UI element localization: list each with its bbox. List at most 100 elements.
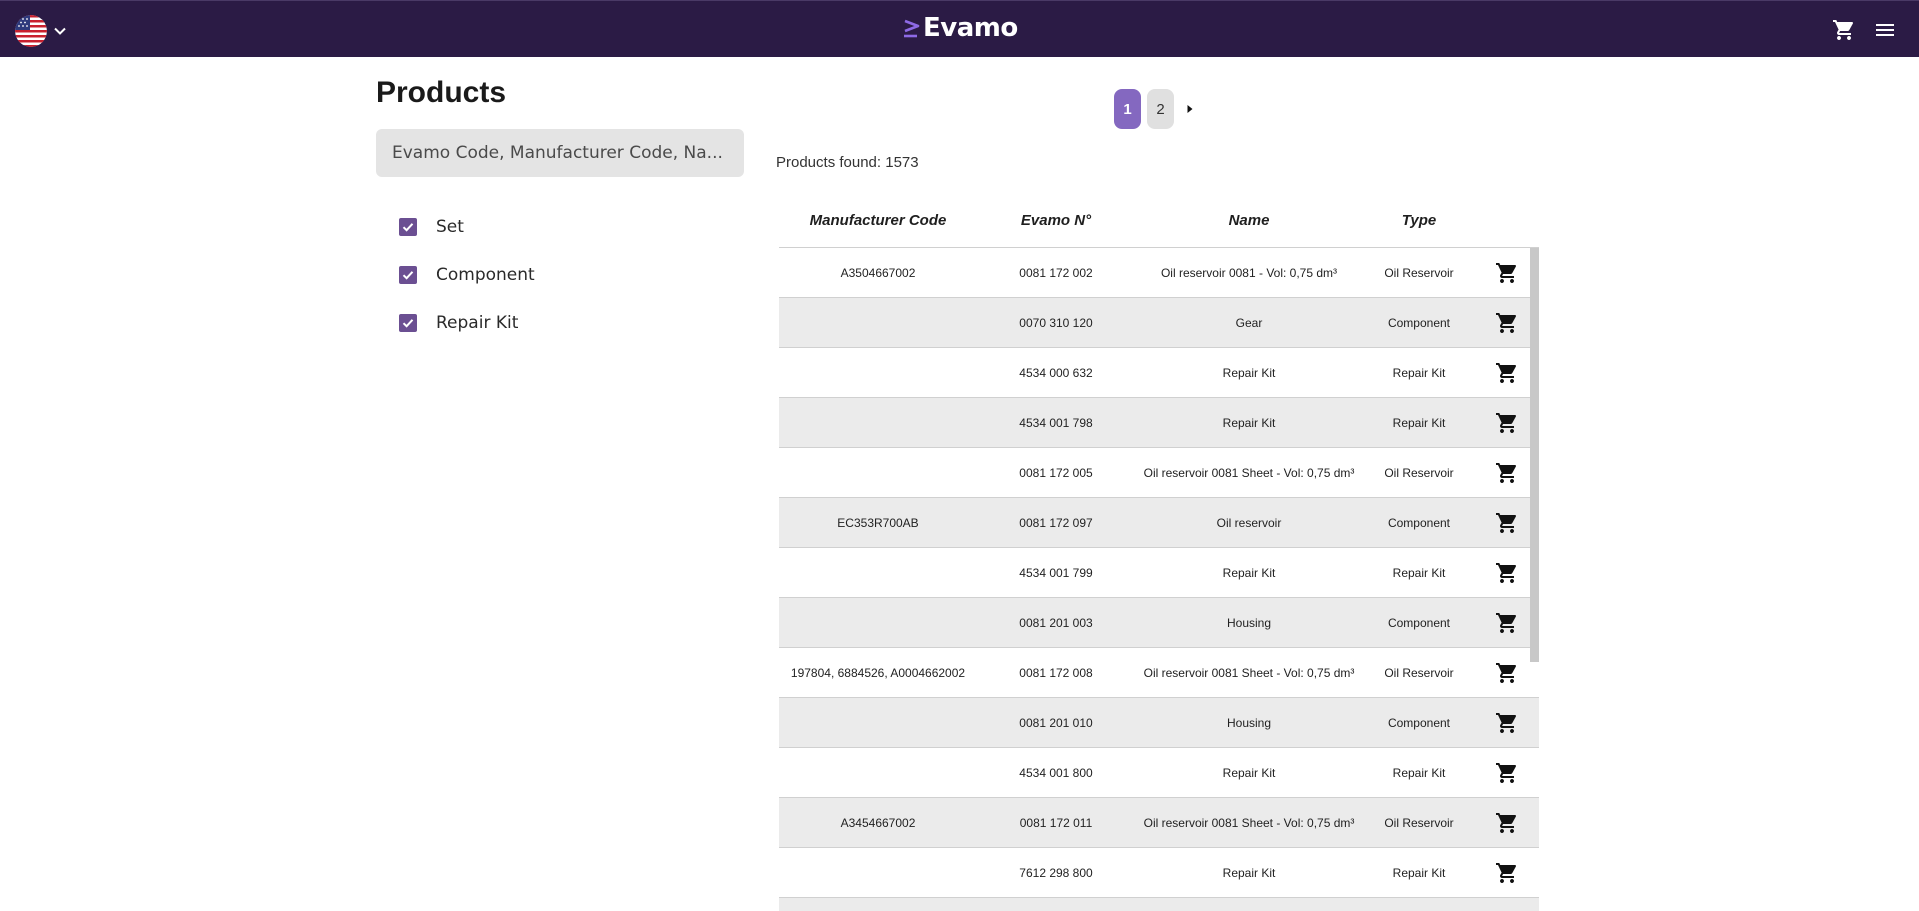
cart-icon (1496, 312, 1517, 333)
filter-repair-kit[interactable]: Repair Kit (399, 299, 535, 347)
table-header: Manufacturer Code Evamo N° Name Type (779, 200, 1539, 248)
table-row[interactable]: 0081 172 005 Oil reservoir 0081 Sheet - V… (779, 448, 1539, 498)
cart-icon (1496, 512, 1517, 533)
product-name-cell: Oil reservoir 0081 Sheet - Vol: 0,75 dm³ (1143, 465, 1355, 480)
table-row[interactable]: 4534 001 799 Repair Kit Repair Kit (779, 548, 1539, 598)
product-name-cell: Oil reservoir (1216, 515, 1282, 530)
add-to-cart-button[interactable] (1475, 798, 1539, 847)
table-row[interactable]: 4534 000 632 Repair Kit Repair Kit (779, 348, 1539, 398)
product-type-cell: Component (1387, 515, 1451, 530)
column-header-manufacturer-code[interactable]: Manufacturer Code (779, 200, 977, 248)
type-filter-list: Set Component Repair Kit (399, 203, 535, 347)
evamo-no-cell: 0070 310 120 (1019, 315, 1093, 330)
table-row[interactable]: 7612 298 800 Repair Kit Repair Kit (779, 848, 1539, 898)
checkbox-checked-icon[interactable] (399, 314, 417, 332)
evamo-no-cell: 0081 172 008 (1019, 665, 1093, 680)
filter-label: Repair Kit (436, 313, 519, 333)
manufacturer-code-cell: 197804, 6884526, A0004662002 (790, 665, 966, 680)
table-row[interactable]: A3454667002 0081 172 011 Oil reservoir 008… (779, 798, 1539, 848)
page-button-1[interactable]: 1 (1114, 89, 1141, 129)
evamo-no-cell: 4534 001 798 (1019, 415, 1093, 430)
product-name-cell: Gear (1235, 315, 1263, 330)
cart-icon (1496, 462, 1517, 483)
add-to-cart-button[interactable] (1475, 848, 1539, 897)
cart-icon (1496, 612, 1517, 633)
product-name-cell: Oil reservoir 0081 Sheet - Vol: 0,75 dm³ (1143, 815, 1355, 830)
logo-chevron-icon (904, 19, 920, 38)
product-type-cell: Component (1387, 315, 1451, 330)
manufacturer-code-cell: A3454667002 (840, 815, 916, 830)
add-to-cart-button[interactable] (1475, 698, 1539, 747)
manufacturer-code-cell: A3504667002 (840, 265, 916, 280)
filter-label: Component (436, 265, 535, 285)
cart-icon (1496, 712, 1517, 733)
checkbox-checked-icon[interactable] (399, 218, 417, 236)
manufacturer-code-cell (779, 348, 977, 397)
table-row[interactable]: 197804, 6884526, A0004662002 0081 172 008… (779, 648, 1539, 698)
manufacturer-code-cell (779, 698, 977, 747)
product-type-cell: Oil Reservoir (1384, 265, 1454, 280)
evamo-no-cell: 0081 172 097 (1019, 515, 1093, 530)
manufacturer-code-cell: EC353R700AB (837, 515, 919, 530)
column-header-type[interactable]: Type (1363, 200, 1475, 248)
cart-icon (1496, 412, 1517, 433)
table-row[interactable]: 0081 201 003 Housing Component (779, 598, 1539, 648)
evamo-no-cell: 0081 201 010 (1019, 715, 1093, 730)
cart-icon[interactable] (1832, 18, 1856, 42)
column-header-evamo-no[interactable]: Evamo N° (977, 200, 1135, 248)
product-type-cell: Oil Reservoir (1384, 465, 1454, 480)
table-row[interactable]: A3504667002 0081 172 002 Oil reservoir 008… (779, 248, 1539, 298)
page-title: Products (376, 76, 507, 109)
manufacturer-code-cell (779, 448, 977, 497)
table-row[interactable]: 4534 001 798 Repair Kit Repair Kit (779, 398, 1539, 448)
cart-icon (1496, 562, 1517, 583)
products-found-count: Products found: 1573 (776, 154, 919, 171)
filter-component[interactable]: Component (399, 251, 535, 299)
pagination: 1 2 (1114, 89, 1200, 129)
product-type-cell: Repair Kit (1392, 865, 1446, 880)
table-row[interactable]: EC353R700AB 0081 172 097 Oil reservoir Comp… (779, 498, 1539, 548)
cart-icon (1496, 812, 1517, 833)
cart-icon (1496, 762, 1517, 783)
hamburger-menu-icon[interactable] (1873, 18, 1897, 42)
cart-icon (1496, 662, 1517, 683)
evamo-no-cell (977, 898, 1135, 911)
search-input[interactable] (376, 129, 744, 177)
page-button-2[interactable]: 2 (1147, 89, 1174, 129)
product-type-cell: Component (1387, 615, 1451, 630)
next-page-button[interactable] (1180, 89, 1200, 129)
table-row[interactable]: 0070 310 120 Gear Component (779, 298, 1539, 348)
evamo-no-cell: 0081 172 005 (1019, 465, 1093, 480)
evamo-no-cell: 0081 172 011 (1019, 815, 1093, 830)
manufacturer-code-cell (779, 598, 977, 647)
table-row[interactable]: 0081 201 010 Housing Component (779, 698, 1539, 748)
chevron-down-icon (54, 27, 66, 35)
product-type-cell: Repair Kit (1392, 765, 1446, 780)
cart-icon (1496, 262, 1517, 283)
product-name-cell: Housing (1226, 715, 1272, 730)
evamo-no-cell: 4534 000 632 (1019, 365, 1093, 380)
product-type-cell: Oil Reservoir (1384, 815, 1454, 830)
table-row[interactable]: 4534 001 800 Repair Kit Repair Kit (779, 748, 1539, 798)
manufacturer-code-cell (779, 548, 977, 597)
product-type-cell: Component (1387, 715, 1451, 730)
product-name-cell: Repair Kit (1222, 865, 1276, 880)
evamo-no-cell: 0081 172 002 (1019, 265, 1093, 280)
product-name-cell: Repair Kit (1222, 415, 1276, 430)
column-header-name[interactable]: Name (1135, 200, 1363, 248)
us-flag-icon (15, 15, 47, 47)
cart-icon (1496, 362, 1517, 383)
filter-set[interactable]: Set (399, 203, 535, 251)
manufacturer-code-cell (779, 898, 977, 911)
checkbox-checked-icon[interactable] (399, 266, 417, 284)
evamo-no-cell: 4534 001 799 (1019, 565, 1093, 580)
add-to-cart-button[interactable] (1475, 748, 1539, 797)
evamo-logo[interactable]: Evamo (903, 13, 1018, 43)
language-selector[interactable] (15, 15, 67, 47)
top-navigation-bar: Evamo (0, 0, 1919, 57)
evamo-no-cell: 7612 298 800 (1019, 865, 1093, 880)
manufacturer-code-cell (779, 848, 977, 897)
products-table-body: A3504667002 0081 172 002 Oil reservoir 008… (779, 248, 1539, 911)
table-row[interactable] (779, 898, 1539, 911)
table-scrollbar[interactable] (1530, 248, 1539, 662)
